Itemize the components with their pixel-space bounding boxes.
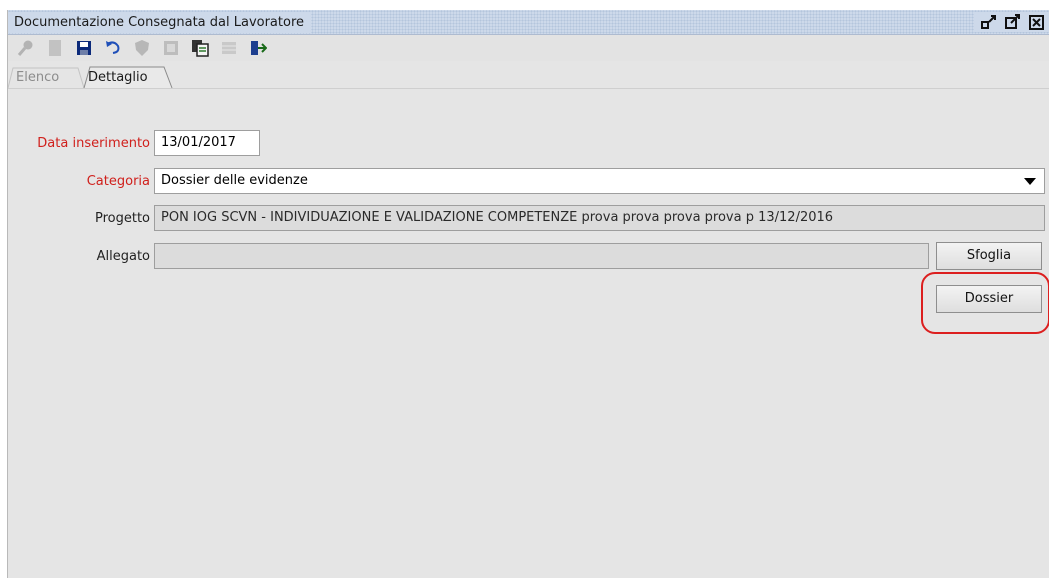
data-inserimento-field[interactable]: 13/01/2017 — [154, 130, 260, 156]
chevron-down-icon[interactable] — [1024, 178, 1036, 185]
restore-icon[interactable] — [980, 13, 998, 31]
dossier-highlight — [921, 272, 1049, 334]
categoria-select[interactable]: Dossier delle evidenze — [154, 168, 1045, 194]
categoria-value: Dossier delle evidenze — [161, 173, 308, 188]
new-document-icon[interactable] — [45, 38, 65, 58]
tab-strip: Elenco Dettaglio — [8, 63, 1049, 89]
categoria-label: Categoria — [86, 174, 150, 189]
window-title: Documentazione Consegnata dal Lavoratore — [8, 12, 312, 33]
toolbar — [8, 35, 1049, 61]
exit-icon[interactable] — [248, 38, 268, 58]
data-inserimento-label: Data inserimento — [37, 136, 150, 151]
search-icon[interactable] — [16, 38, 36, 58]
maximize-icon[interactable] — [1004, 13, 1022, 31]
close-icon[interactable] — [1028, 13, 1046, 31]
tab-divider — [8, 88, 1049, 89]
print-icon[interactable] — [161, 38, 181, 58]
tab-dettaglio[interactable]: Dettaglio — [84, 68, 152, 88]
copy-icon[interactable] — [190, 38, 210, 58]
window: Documentazione Consegnata dal Lavoratore — [7, 10, 1049, 578]
save-icon[interactable] — [74, 38, 94, 58]
window-controls — [974, 12, 1049, 32]
shield-icon[interactable] — [132, 38, 152, 58]
allegato-field — [154, 243, 929, 269]
grid-icon[interactable] — [219, 38, 239, 58]
progetto-field: PON IOG SCVN - INDIVIDUAZIONE E VALIDAZI… — [154, 205, 1045, 231]
undo-icon[interactable] — [103, 38, 123, 58]
tab-elenco[interactable]: Elenco — [12, 68, 63, 88]
title-bar[interactable]: Documentazione Consegnata dal Lavoratore — [8, 10, 1049, 35]
allegato-label: Allegato — [96, 249, 150, 264]
sfoglia-button[interactable]: Sfoglia — [936, 242, 1042, 270]
progetto-label: Progetto — [94, 211, 150, 226]
